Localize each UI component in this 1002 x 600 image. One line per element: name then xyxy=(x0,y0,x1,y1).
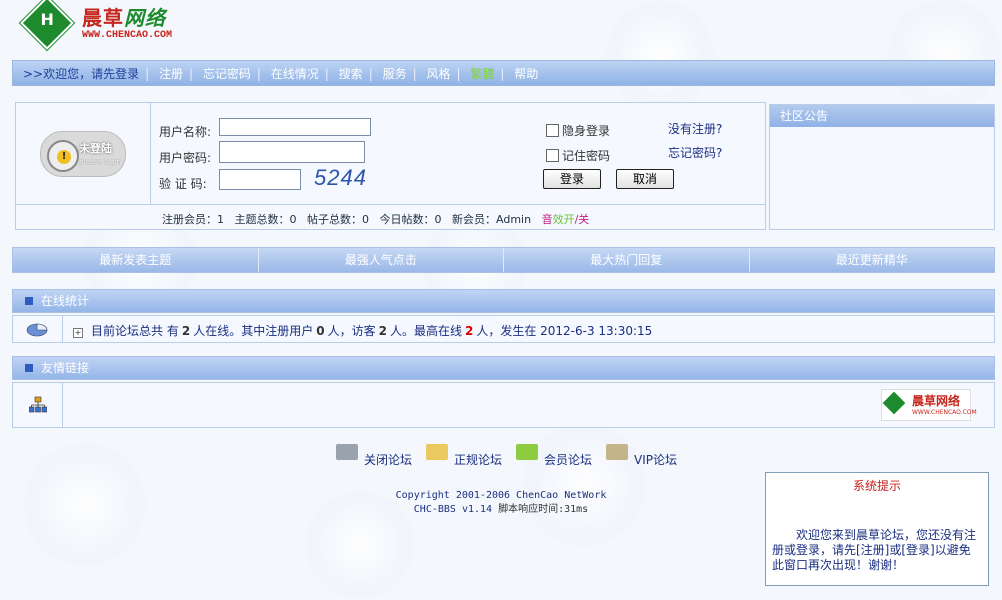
partner-logo-text: 晨草网络 xyxy=(912,394,961,408)
stat-today: 今日帖数：0 xyxy=(379,213,442,226)
captcha-image[interactable]: 5244 xyxy=(314,165,367,191)
sound-on-link[interactable]: 效开 xyxy=(553,213,575,226)
legend-normal-forum: 正规论坛 xyxy=(426,444,502,468)
partner-logo-h-icon xyxy=(882,391,906,415)
password-input[interactable] xyxy=(219,141,365,163)
folder-normal-icon xyxy=(426,444,448,460)
stat-posts: 帖子总数：0 xyxy=(307,213,369,226)
legend-member-forum: 会员论坛 xyxy=(516,444,592,468)
partner-logo[interactable]: 晨草网络 WWW.CHENCAO.COM xyxy=(881,389,977,421)
captcha-input[interactable] xyxy=(219,169,301,190)
expand-icon[interactable]: + xyxy=(73,328,83,338)
nav-help[interactable]: 帮助 xyxy=(510,67,542,81)
site-logo[interactable]: H 晨草网络 WWW.CHENCAO.COM xyxy=(20,0,194,50)
nav-style[interactable]: 风格 xyxy=(422,67,454,81)
tab-featured[interactable]: 最近更新精华 xyxy=(750,248,995,272)
top-nav: >>欢迎您，请先登录 | 注册 | 忘记密码 | 在线情况 | 搜索 | 服务 | 风格 | … xyxy=(12,60,995,86)
logo-name: 晨草网络 xyxy=(82,6,166,30)
hidden-login-checkbox[interactable]: 隐身登录 xyxy=(546,122,610,139)
friendly-links-title: 友情链接 xyxy=(41,361,90,375)
nav-service[interactable]: 服务 xyxy=(379,67,411,81)
nav-traditional[interactable]: 繁體 xyxy=(466,67,498,81)
online-stats-text: + 目前论坛总共 有 2 人在线。其中注册用户 0 人，访客 2 人。最高在线 2 人，发生在 2… xyxy=(73,324,653,338)
login-panel: ! 未登陆 please login 用户名称: 用户密码: 验 证 码: 52… xyxy=(15,102,766,230)
pie-chart-icon xyxy=(26,323,48,337)
background-flower xyxy=(880,0,1002,110)
sound-off-link[interactable]: /关 xyxy=(575,213,590,226)
nav-welcome[interactable]: >>欢迎您，请先登录 xyxy=(19,67,143,81)
legend-vip-forum: VIP论坛 xyxy=(606,444,677,468)
checkbox-icon xyxy=(546,124,559,137)
folder-member-icon xyxy=(516,444,538,460)
partner-logo-url: WWW.CHENCAO.COM xyxy=(912,409,977,416)
nav-search[interactable]: 搜索 xyxy=(335,67,367,81)
online-stats-header: 在线统计 xyxy=(12,289,995,313)
stat-members: 注册会员：1 xyxy=(162,213,224,226)
online-stats-title: 在线统计 xyxy=(41,294,90,308)
version-text: CHC-BBS v1.14 xyxy=(413,504,493,515)
online-stats-body: + 目前论坛总共 有 2 人在线。其中注册用户 0 人，访客 2 人。最高在线 2 人，发生在 2… xyxy=(12,315,995,343)
checkbox-icon xyxy=(546,149,559,162)
avatar-subtitle: please login xyxy=(79,158,122,166)
remember-password-checkbox[interactable]: 记住密码 xyxy=(546,147,610,164)
links-icon-cell xyxy=(13,383,63,427)
username-input[interactable] xyxy=(219,118,371,136)
nav-register[interactable]: 注册 xyxy=(155,67,187,81)
square-icon xyxy=(25,297,33,305)
system-tip-popup: 系统提示 欢迎您来到晨草论坛，您还没有注册或登录，请先[注册]或[登录]以避免此… xyxy=(765,472,989,586)
stat-new-member[interactable]: 新会员：Admin xyxy=(452,213,531,226)
background-flower xyxy=(520,420,650,550)
avatar-title: 未登陆 xyxy=(79,142,112,155)
friendly-links-body: 晨草网络 WWW.CHENCAO.COM xyxy=(12,382,995,428)
legend-closed-forum: 关闭论坛 xyxy=(336,444,412,468)
sitemap-icon xyxy=(29,396,47,413)
background-flower xyxy=(600,0,720,110)
stat-topics: 主题总数：0 xyxy=(234,213,297,226)
square-icon xyxy=(25,364,33,372)
warning-icon: ! xyxy=(57,150,71,164)
forum-stats-row: 注册会员：1 主题总数：0 帖子总数：0 今日帖数：0 新会员：Admin 音效… xyxy=(16,204,765,230)
captcha-label: 验 证 码: xyxy=(159,177,207,191)
system-tip-title: 系统提示 xyxy=(852,479,901,493)
nav-forgot-password[interactable]: 忘记密码 xyxy=(199,67,255,81)
logo-url: WWW.CHENCAO.COM xyxy=(82,30,173,41)
username-label: 用户名称: xyxy=(159,125,212,139)
notice-title: 社区公告 xyxy=(770,105,994,127)
login-button[interactable]: 登录 xyxy=(543,169,601,189)
password-label: 用户密码: xyxy=(159,151,212,165)
online-icon-cell xyxy=(13,316,63,342)
folder-closed-icon xyxy=(336,444,358,460)
nav-online[interactable]: 在线情况 xyxy=(267,67,323,81)
system-tip-text: 欢迎您来到晨草论坛，您还没有注册或登录，请先[注册]或[登录]以避免此窗口再次出… xyxy=(772,528,977,572)
cancel-button[interactable]: 取消 xyxy=(616,169,674,189)
forgot-password-link[interactable]: 忘记密码? xyxy=(668,144,722,161)
friendly-links-header: 友情链接 xyxy=(12,356,995,380)
sound-label: 音 xyxy=(541,213,553,226)
tab-popular[interactable]: 最强人气点击 xyxy=(259,248,504,272)
response-time: 脚本响应时间:31ms xyxy=(498,504,589,515)
avatar-cell: ! 未登陆 please login xyxy=(16,103,151,204)
no-register-link[interactable]: 没有注册? xyxy=(668,120,722,137)
logo-h-icon: H xyxy=(20,0,74,50)
topic-tabs: 最新发表主题 最强人气点击 最大热门回复 最近更新精华 xyxy=(12,247,995,273)
tab-latest[interactable]: 最新发表主题 xyxy=(13,248,259,272)
community-notice: 社区公告 xyxy=(769,104,995,230)
folder-lock-icon xyxy=(606,444,628,460)
tab-hot-replies[interactable]: 最大热门回复 xyxy=(504,248,750,272)
avatar: ! 未登陆 please login xyxy=(40,131,126,177)
